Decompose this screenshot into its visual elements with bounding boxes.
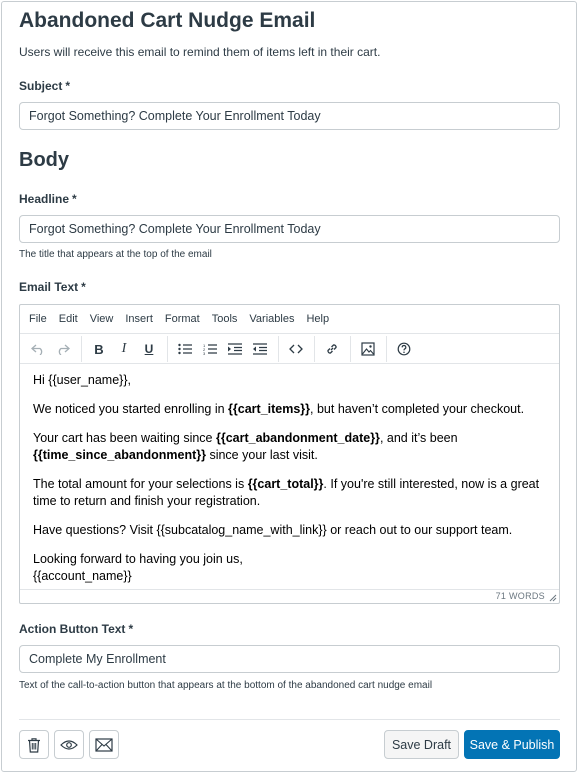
p2-text: , and it’s been xyxy=(379,431,458,445)
italic-icon[interactable]: I xyxy=(112,337,136,361)
footer-divider xyxy=(19,719,560,720)
cart-total-variable: {{cart_total}} xyxy=(247,477,324,491)
toolbar-separator xyxy=(278,336,279,362)
headline-label: Headline * xyxy=(19,192,77,206)
menu-variables[interactable]: Variables xyxy=(249,313,294,325)
toolbar-separator xyxy=(350,336,351,362)
email-text-label: Email Text * xyxy=(19,280,86,294)
p1-text: , but haven’t completed your checkout. xyxy=(310,402,525,416)
body-section-title: Body xyxy=(19,149,69,171)
editor-paragraph: Hi {{user_name}}, xyxy=(33,372,548,389)
preview-button[interactable] xyxy=(54,730,84,759)
required-mark: * xyxy=(72,192,77,206)
headline-hint: The title that appears at the top of the… xyxy=(19,249,212,260)
help-icon[interactable] xyxy=(392,337,416,361)
send-test-button[interactable] xyxy=(89,730,119,759)
word-count: 71 WORDS xyxy=(495,591,545,601)
required-mark: * xyxy=(65,79,71,93)
headline-input[interactable]: Forgot Something? Complete Your Enrollme… xyxy=(19,215,560,243)
save-publish-button[interactable]: Save & Publish xyxy=(464,730,560,759)
editor-paragraph: We noticed you started enrolling in {{ca… xyxy=(33,401,548,418)
editor-toolbar: B I U 123 xyxy=(20,335,559,364)
outdent-icon[interactable] xyxy=(248,337,272,361)
action-button-hint: Text of the call-to-action button that a… xyxy=(19,680,433,691)
page-title: Abandoned Cart Nudge Email xyxy=(19,9,316,32)
email-settings-panel: Abandoned Cart Nudge Email Users will re… xyxy=(1,1,577,772)
rich-text-editor: File Edit View Insert Format Tools Varia… xyxy=(19,304,560,604)
resize-handle-icon[interactable] xyxy=(548,593,557,602)
image-icon[interactable] xyxy=(356,337,380,361)
toolbar-separator xyxy=(81,336,82,362)
toolbar-separator xyxy=(386,336,387,362)
menu-view[interactable]: View xyxy=(90,313,114,325)
toolbar-separator xyxy=(167,336,168,362)
redo-icon[interactable] xyxy=(51,337,75,361)
subject-label-text: Subject xyxy=(19,79,63,93)
numbered-list-icon[interactable]: 123 xyxy=(198,337,222,361)
headline-label-text: Headline xyxy=(19,192,70,206)
editor-paragraph: Have questions? Visit {{subcatalog_name_… xyxy=(33,522,548,539)
link-icon[interactable] xyxy=(320,337,344,361)
p5-text: Looking forward to having you join us, xyxy=(33,552,243,566)
menu-format[interactable]: Format xyxy=(165,313,200,325)
save-draft-button[interactable]: Save Draft xyxy=(384,730,459,759)
indent-icon[interactable] xyxy=(223,337,247,361)
required-mark: * xyxy=(128,622,134,636)
underline-icon[interactable]: U xyxy=(137,337,161,361)
action-button-label-text: Action Button Text xyxy=(19,622,126,636)
subject-label: Subject * xyxy=(19,79,70,93)
email-text-label-text: Email Text xyxy=(19,280,79,294)
delete-button[interactable] xyxy=(19,730,49,759)
editor-paragraph: Your cart has been waiting since {{cart_… xyxy=(33,430,548,464)
bold-icon[interactable]: B xyxy=(87,337,111,361)
account-name-variable: {{account_name}} xyxy=(33,569,132,583)
p2-text: Your cart has been waiting since xyxy=(33,431,216,445)
bullet-list-icon[interactable] xyxy=(173,337,197,361)
editor-content[interactable]: Hi {{user_name}}, We noticed you started… xyxy=(33,372,548,597)
code-icon[interactable] xyxy=(284,337,308,361)
editor-statusbar: 71 WORDS xyxy=(20,589,559,603)
menu-help[interactable]: Help xyxy=(306,313,329,325)
envelope-icon xyxy=(95,737,113,752)
svg-text:3: 3 xyxy=(203,351,206,355)
p3-text: The total amount for your selections is xyxy=(33,477,248,491)
toolbar-separator xyxy=(314,336,315,362)
editor-menubar: File Edit View Insert Format Tools Varia… xyxy=(20,305,559,334)
p1-text: We noticed you started enrolling in xyxy=(33,402,229,416)
time-since-abandonment-variable: {{time_since_abandonment}} xyxy=(33,448,206,462)
subject-input[interactable]: Forgot Something? Complete Your Enrollme… xyxy=(19,102,560,130)
cart-items-variable: {{cart_items}} xyxy=(228,402,311,416)
menu-tools[interactable]: Tools xyxy=(212,313,238,325)
menu-insert[interactable]: Insert xyxy=(125,313,153,325)
cart-abandonment-date-variable: {{cart_abandonment_date}} xyxy=(215,431,380,445)
menu-file[interactable]: File xyxy=(29,313,47,325)
p2-text: since your last visit. xyxy=(205,448,318,462)
action-button-input[interactable]: Complete My Enrollment xyxy=(19,645,560,673)
greeting-text: Hi {{user_name}}, xyxy=(33,373,131,387)
eye-icon xyxy=(60,739,78,750)
menu-edit[interactable]: Edit xyxy=(59,313,78,325)
action-button-label: Action Button Text * xyxy=(19,622,133,636)
undo-icon[interactable] xyxy=(26,337,50,361)
p4-text: Have questions? Visit {{subcatalog_name_… xyxy=(33,523,513,537)
editor-paragraph: The total amount for your selections is … xyxy=(33,476,548,510)
page-description: Users will receive this email to remind … xyxy=(19,45,381,59)
required-mark: * xyxy=(81,280,86,294)
trash-icon xyxy=(28,737,40,753)
editor-paragraph: Looking forward to having you join us, {{… xyxy=(33,551,548,585)
